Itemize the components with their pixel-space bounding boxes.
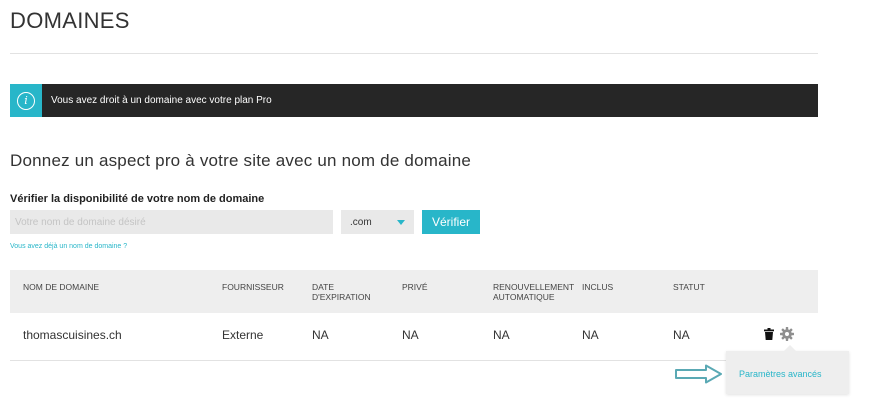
header-status: STATUT xyxy=(673,282,705,292)
header-provider: FOURNISSEUR xyxy=(222,282,284,292)
cell-private: NA xyxy=(402,328,419,342)
info-icon-box: i xyxy=(10,84,42,117)
banner-message: Vous avez droit à un domaine avec votre … xyxy=(51,95,272,106)
arrow-right-icon xyxy=(675,364,722,384)
cell-domain: thomascuisines.ch xyxy=(23,328,122,342)
availability-label: Vérifier la disponibilité de votre nom d… xyxy=(10,193,265,205)
trash-icon[interactable] xyxy=(764,328,774,340)
actions-dropdown: Paramètres avancés xyxy=(726,345,849,394)
header-included: INCLUS xyxy=(582,282,614,292)
header-private: PRIVÉ xyxy=(402,282,428,292)
info-icon: i xyxy=(17,91,35,110)
cell-included: NA xyxy=(582,328,599,342)
chevron-down-icon xyxy=(397,220,405,225)
already-have-domain-link[interactable]: Vous avez déjà un nom de domaine ? xyxy=(10,243,127,250)
domains-table-header: NOM DE DOMAINE FOURNISSEUR DATE D'EXPIRAT… xyxy=(10,270,818,313)
verify-button[interactable]: Vérifier xyxy=(422,210,480,234)
row-divider xyxy=(10,360,818,361)
header-expiry: DATE D'EXPIRATION xyxy=(312,282,371,302)
advanced-settings-item[interactable]: Paramètres avancés xyxy=(739,369,822,379)
page-title: DOMAINES xyxy=(10,8,130,33)
header-domain: NOM DE DOMAINE xyxy=(23,282,100,292)
tld-select[interactable]: .com xyxy=(341,210,414,234)
gear-icon[interactable] xyxy=(780,327,794,341)
cell-renewal: NA xyxy=(493,328,510,342)
domain-search-input[interactable] xyxy=(10,210,333,234)
promo-heading: Donnez un aspect pro à votre site avec u… xyxy=(10,151,472,170)
tld-select-value: .com xyxy=(350,216,372,228)
header-renewal: RENOUVELLEMENT AUTOMATIQUE xyxy=(493,282,575,302)
title-divider xyxy=(10,53,818,54)
info-banner: i Vous avez droit à un domaine avec votr… xyxy=(10,84,818,117)
cell-provider: Externe xyxy=(222,328,264,342)
cell-expiry: NA xyxy=(312,328,329,342)
cell-status: NA xyxy=(673,328,690,342)
